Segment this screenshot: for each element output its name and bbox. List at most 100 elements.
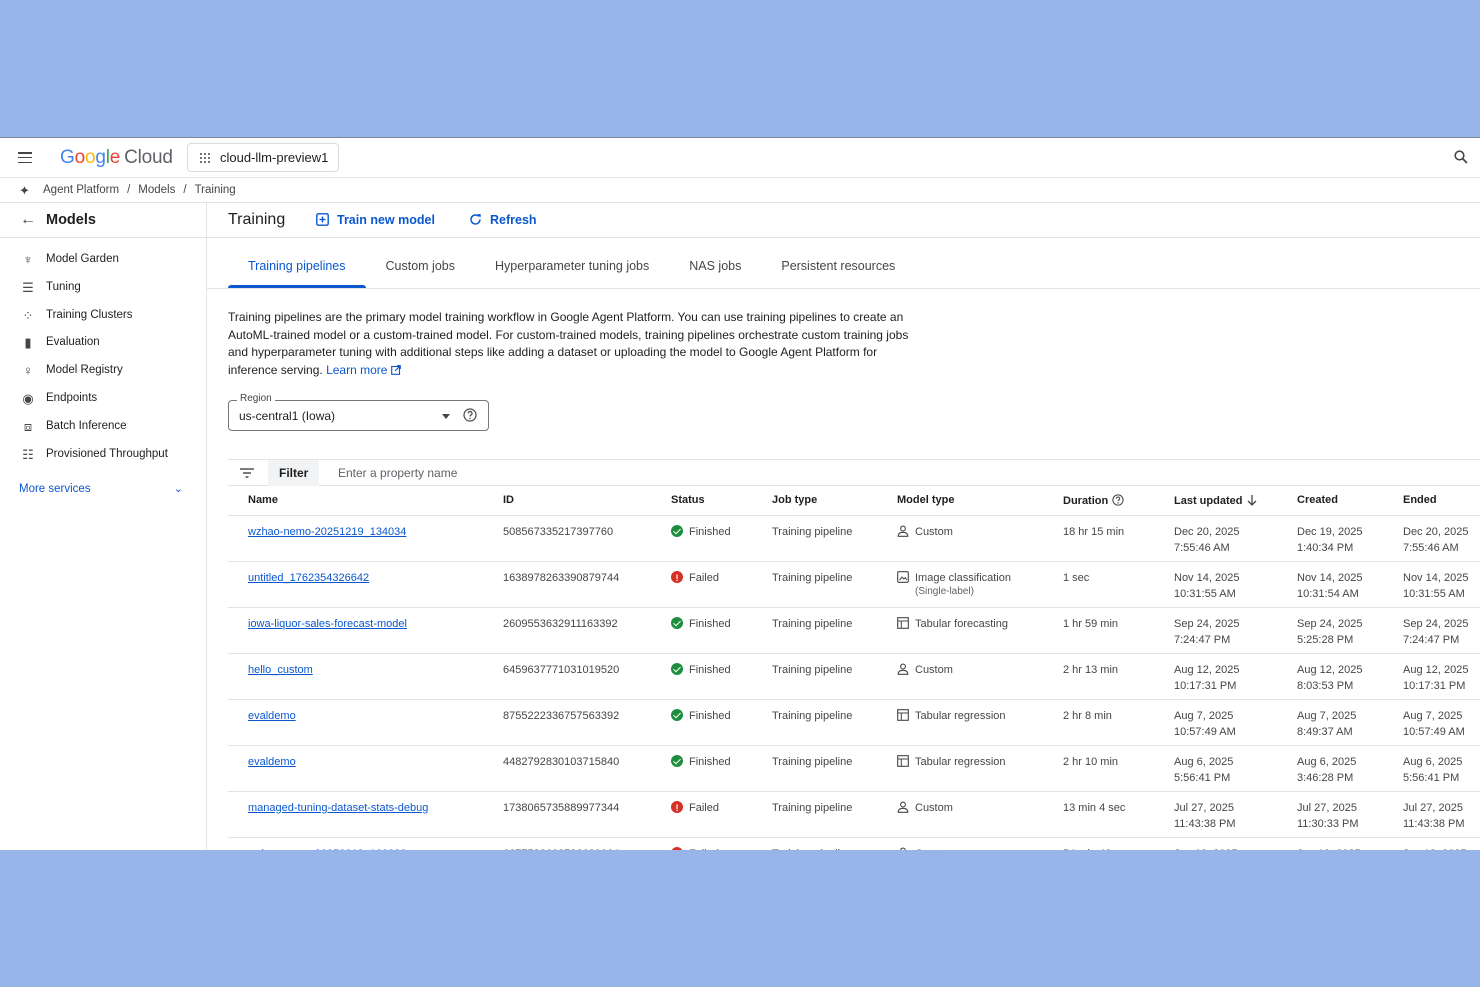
more-services[interactable]: More services ⌄ (19, 483, 185, 495)
col-last-updated[interactable]: Last updated (1154, 486, 1277, 516)
cell-duration: 18 hr 15 min (1043, 515, 1154, 562)
table-icon (897, 616, 909, 629)
tab-persistent-resources[interactable]: Persistent resources (761, 251, 915, 288)
table-row[interactable]: evaldemo 4482792830103715840 Finished Train… (228, 745, 1480, 792)
pipeline-name-link[interactable]: iowa-liquor-sales-forecast-model (248, 618, 407, 630)
image-icon (897, 570, 909, 583)
tab-hyperparameter-tuning-jobs[interactable]: Hyperparameter tuning jobs (475, 251, 669, 288)
cell-status: Failed (651, 561, 752, 608)
cell-id: 6677528608782680064 (483, 837, 651, 850)
tab-training-pipelines[interactable]: Training pipelines (228, 251, 366, 288)
table-row[interactable]: managed-tuning-dataset-stats-debug 173806… (228, 791, 1480, 838)
col-model-type[interactable]: Model type (877, 486, 1043, 516)
sidebar: ← Models ♆ Model Garden ☰ Tuning ⁘ Training… (0, 203, 207, 850)
sidebar-item-batch-inference[interactable]: ⧈ Batch Inference (0, 416, 206, 444)
col-status[interactable]: Status (651, 486, 752, 516)
training-pipelines-table: Name ID Status Job type Model type Durat… (228, 486, 1480, 850)
cell-model-type: Tabular forecasting (877, 607, 1043, 654)
sort-down-arrow-icon[interactable] (1246, 494, 1258, 506)
dropdown-arrow-icon (442, 414, 450, 419)
project-picker[interactable]: cloud-llm-preview1 (187, 143, 340, 172)
cell-last-updated: Jun 13, 2025 (1154, 837, 1277, 850)
pipeline-name-link[interactable]: hello_custom (248, 664, 313, 676)
cell-id: 2609553632911163392 (483, 607, 651, 654)
receipt-icon: ☷ (22, 446, 34, 462)
cell-last-updated: Jul 27, 2025 11:43:38 PM (1154, 791, 1277, 838)
external-link-icon (390, 364, 401, 375)
learn-more-link[interactable]: Learn more (326, 363, 401, 377)
cell-duration: 2 hr 10 min (1043, 745, 1154, 792)
sidebar-item-endpoints[interactable]: ◉ Endpoints (0, 388, 206, 416)
cell-created: Nov 14, 2025 10:31:54 AM (1277, 561, 1383, 608)
apps-grid-icon (200, 153, 210, 163)
sidebar-item-model-registry[interactable]: ♀ Model Registry (0, 360, 206, 388)
chevron-down-icon: ⌄ (173, 483, 183, 495)
col-name[interactable]: Name (228, 486, 483, 516)
cell-duration: 2 hr 8 min (1043, 699, 1154, 746)
filter-input[interactable]: Enter a property name (338, 466, 457, 480)
pipeline-name-link[interactable]: wzhao-nemo-20250613_162023 (248, 848, 406, 851)
filter-icon[interactable] (240, 468, 254, 478)
table-row[interactable]: wzhao-nemo-20251219_134034 50856733521739… (228, 515, 1480, 562)
main-menu-icon[interactable] (18, 152, 32, 164)
cell-ended: Dec 20, 2025 7:55:46 AM (1383, 515, 1480, 562)
search-icon[interactable] (1454, 150, 1468, 164)
refresh-icon (470, 214, 481, 225)
col-duration[interactable]: Duration (1043, 486, 1154, 516)
refresh-button[interactable]: Refresh (469, 213, 537, 227)
cell-id: 8755222336757563392 (483, 699, 651, 746)
pipeline-name-link[interactable]: managed-tuning-dataset-stats-debug (248, 802, 428, 814)
table-row[interactable]: iowa-liquor-sales-forecast-model 26095536… (228, 607, 1480, 654)
col-id[interactable]: ID (483, 486, 651, 516)
cell-name: evaldemo (228, 745, 483, 792)
sidebar-item-training-clusters[interactable]: ⁘ Training Clusters (0, 305, 206, 333)
page-description: Training pipelines are the primary model… (228, 310, 909, 377)
tab-nas-jobs[interactable]: NAS jobs (669, 251, 761, 288)
sidebar-item-evaluation[interactable]: ▮ Evaluation (0, 332, 206, 360)
help-icon[interactable] (1112, 494, 1124, 506)
sidebar-item-model-garden[interactable]: ♆ Model Garden (0, 249, 206, 277)
sidebar-header: ← Models (0, 203, 206, 238)
cell-ended: Sep 24, 2025 7:24:47 PM (1383, 607, 1480, 654)
col-created[interactable]: Created (1277, 486, 1383, 516)
col-job-type[interactable]: Job type (752, 486, 877, 516)
cell-status: Finished (651, 515, 752, 562)
cell-model-type: Custom (877, 837, 1043, 850)
main-content: Training Train new model Refresh Trainin… (207, 203, 1480, 850)
check-circle-icon (671, 662, 683, 675)
tab-custom-jobs[interactable]: Custom jobs (366, 251, 475, 288)
breadcrumb-agent-platform[interactable]: Agent Platform (43, 184, 119, 196)
breadcrumb: ✦ Agent Platform / Models / Training (0, 178, 1480, 203)
cell-status: Finished (651, 607, 752, 654)
breadcrumb-models[interactable]: Models (138, 184, 175, 196)
sidebar-item-tuning[interactable]: ☰ Tuning (0, 277, 206, 305)
pipeline-name-link[interactable]: untitled_1762354326642 (248, 572, 369, 584)
train-new-model-button[interactable]: Train new model (316, 213, 435, 227)
table-row[interactable]: hello_custom 6459637771031019520 Finished T… (228, 653, 1480, 700)
pipeline-name-link[interactable]: evaldemo (248, 710, 296, 722)
table-row[interactable]: evaldemo 8755222336757563392 Finished Train… (228, 699, 1480, 746)
console-window: Google Cloud cloud-llm-preview1 ✦ Agent P… (0, 137, 1480, 850)
cell-model-type: Tabular regression (877, 745, 1043, 792)
cell-duration: 1 hr 59 min (1043, 607, 1154, 654)
cell-duration: 54 min 43 sec (1043, 837, 1154, 850)
sidebar-item-provisioned-throughput[interactable]: ☷ Provisioned Throughput (0, 444, 206, 472)
check-circle-icon (671, 524, 683, 537)
pipeline-name-link[interactable]: evaldemo (248, 756, 296, 768)
sparkle-icon: ✦ (19, 183, 30, 198)
cell-status: Failed (651, 791, 752, 838)
check-circle-icon (671, 616, 683, 629)
batch-icon: ⧈ (23, 418, 33, 434)
region-select[interactable]: Region us-central1 (Iowa) (228, 393, 489, 431)
google-cloud-logo[interactable]: Google Cloud (60, 147, 173, 169)
cell-job-type: Training pipeline (752, 607, 877, 654)
cell-name: managed-tuning-dataset-stats-debug (228, 791, 483, 838)
table-row[interactable]: untitled_1762354326642 163897826339087974… (228, 561, 1480, 608)
pipeline-name-link[interactable]: wzhao-nemo-20251219_134034 (248, 526, 406, 538)
table-row[interactable]: wzhao-nemo-20250613_162023 66775286087826… (228, 837, 1480, 850)
cell-last-updated: Aug 7, 2025 10:57:49 AM (1154, 699, 1277, 746)
filter-button[interactable]: Filter (268, 460, 320, 486)
help-icon[interactable] (463, 408, 477, 422)
back-arrow-icon[interactable]: ← (20, 211, 36, 229)
col-ended[interactable]: Ended (1383, 486, 1480, 516)
